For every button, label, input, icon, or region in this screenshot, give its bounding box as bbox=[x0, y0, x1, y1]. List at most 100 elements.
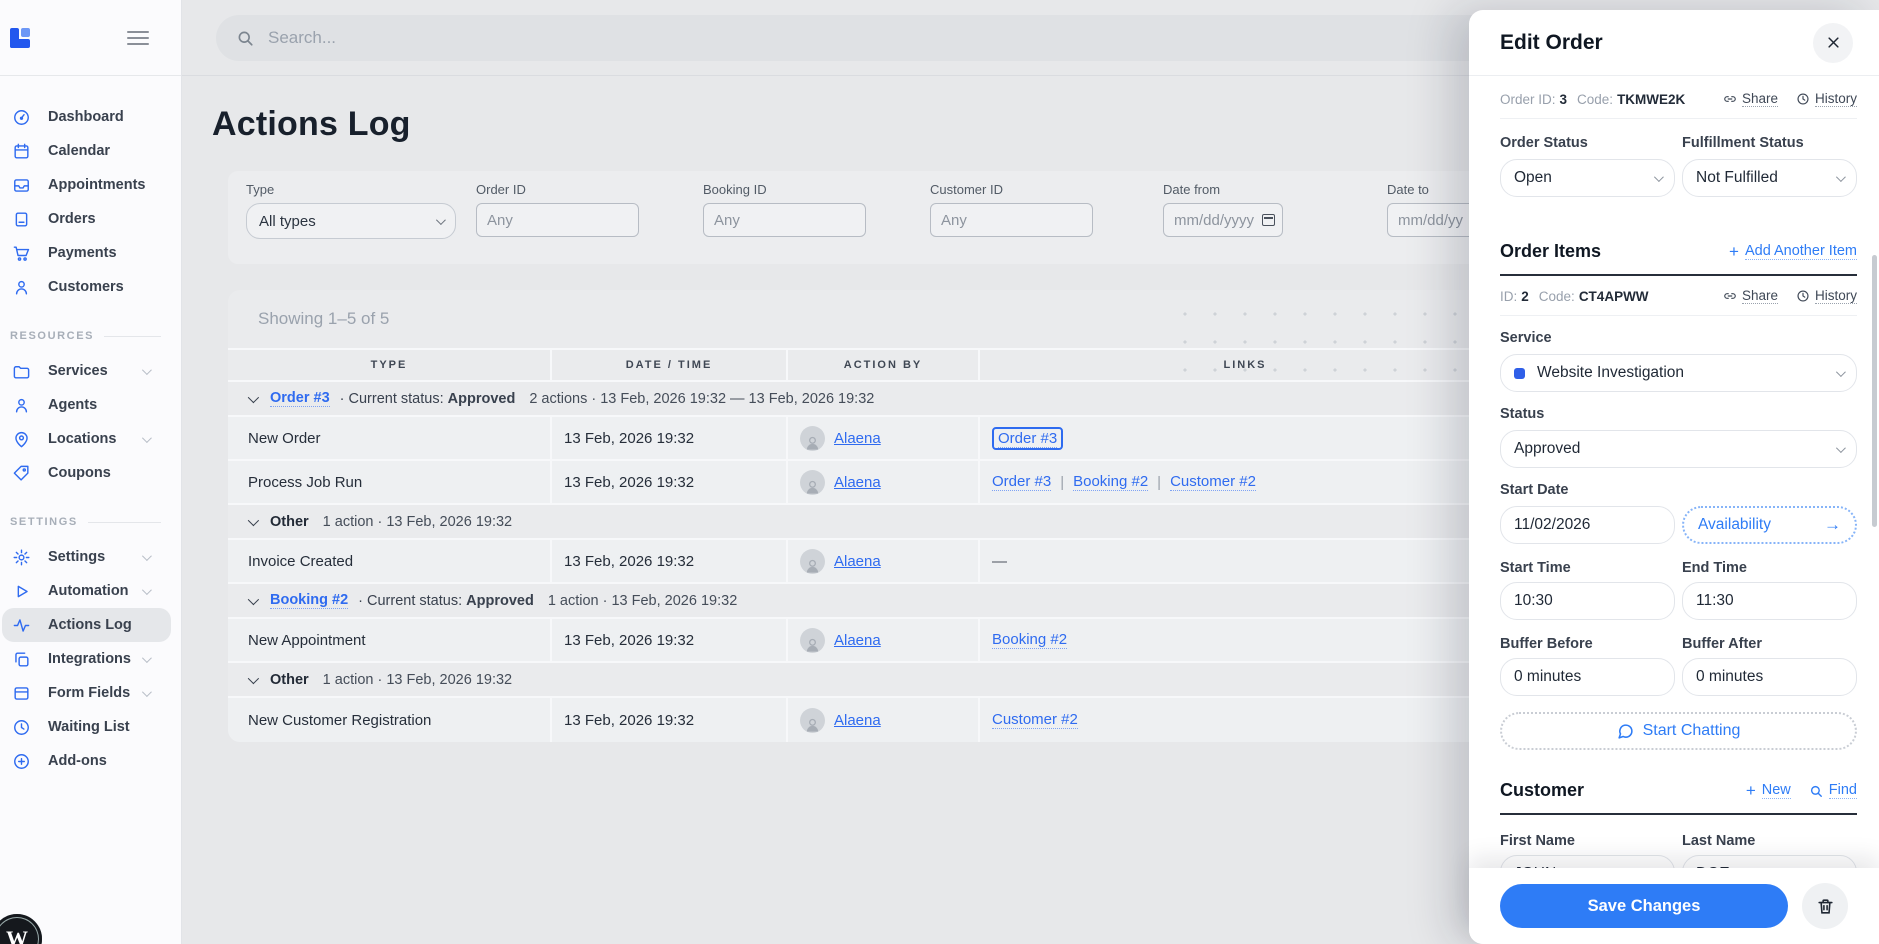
sidebar-item-calendar[interactable]: Calendar bbox=[2, 134, 171, 168]
history-link[interactable]: History bbox=[1796, 91, 1857, 107]
link-order-3[interactable]: Order #3 bbox=[998, 430, 1057, 448]
link-customer-2[interactable]: Customer #2 bbox=[992, 711, 1078, 729]
avatar bbox=[800, 549, 825, 574]
customer-header: Customer New Find bbox=[1500, 780, 1857, 801]
sidebar: Dashboard Calendar Appointments Orders Payme… bbox=[0, 0, 182, 944]
scrollbar-thumb[interactable] bbox=[1872, 255, 1877, 527]
sidebar-header bbox=[0, 0, 181, 76]
agent-link-alaena[interactable]: Alaena bbox=[834, 632, 881, 649]
sidebar-item-automation[interactable]: Automation bbox=[2, 574, 171, 608]
sidebar-item-customers[interactable]: Customers bbox=[2, 270, 171, 304]
sidebar-item-services[interactable]: Services bbox=[2, 354, 171, 388]
filter-label: Date from bbox=[1163, 182, 1283, 197]
status-select[interactable]: Approved bbox=[1500, 430, 1857, 468]
group-row-other[interactable]: Other1 action · 13 Feb, 2026 19:32 bbox=[228, 505, 1510, 540]
fulfillment-status-select[interactable]: Not Fulfilled bbox=[1682, 159, 1857, 197]
sidebar-item-integrations[interactable]: Integrations bbox=[2, 642, 171, 676]
availability-button[interactable]: Availability→ bbox=[1682, 506, 1857, 544]
group-link-booking-2[interactable]: Booking #2 bbox=[270, 592, 348, 609]
chevron-down-icon[interactable] bbox=[248, 391, 259, 402]
sidebar-item-dashboard[interactable]: Dashboard bbox=[2, 100, 171, 134]
chevron-down-icon[interactable] bbox=[248, 672, 259, 683]
sidebar-item-appointments[interactable]: Appointments bbox=[2, 168, 171, 202]
sidebar-item-payments[interactable]: Payments bbox=[2, 236, 171, 270]
datetime-cell: 13 Feb, 2026 19:32 bbox=[552, 417, 788, 459]
filter-label: Order ID bbox=[476, 182, 639, 197]
sidebar-item-orders[interactable]: Orders bbox=[2, 202, 171, 236]
filter-date-from: Date from bbox=[1163, 182, 1283, 264]
save-changes-button[interactable]: Save Changes bbox=[1500, 884, 1788, 928]
clock-icon bbox=[1796, 92, 1810, 106]
link-customer-2[interactable]: Customer #2 bbox=[1170, 473, 1256, 491]
filter-type-select[interactable]: All types bbox=[246, 203, 456, 239]
sidebar-item-label: Calendar bbox=[48, 143, 110, 159]
chevron-down-icon[interactable] bbox=[248, 593, 259, 604]
agent-link-alaena[interactable]: Alaena bbox=[834, 712, 881, 729]
agent-link-alaena[interactable]: Alaena bbox=[834, 553, 881, 570]
new-customer-link[interactable]: New bbox=[1746, 781, 1791, 801]
empty-links: — bbox=[992, 553, 1007, 570]
sidebar-item-label: Customers bbox=[48, 279, 124, 295]
add-another-item-link[interactable]: Add Another Item bbox=[1729, 242, 1857, 262]
links-cell: Customer #2 bbox=[980, 698, 1510, 742]
link-booking-2[interactable]: Booking #2 bbox=[992, 631, 1067, 649]
group-row-other[interactable]: Other1 action · 13 Feb, 2026 19:32 bbox=[228, 663, 1510, 698]
dashboard-icon bbox=[12, 108, 31, 127]
chevron-down-icon[interactable] bbox=[248, 514, 259, 525]
order-meta-row: Order ID: 3 Code: TKMWE2K Share History bbox=[1500, 91, 1857, 107]
sidebar-item-coupons[interactable]: Coupons bbox=[2, 456, 171, 490]
link-order-3[interactable]: Order #3 bbox=[992, 473, 1051, 491]
agent-link-alaena[interactable]: Alaena bbox=[834, 474, 881, 491]
order-status-select[interactable]: Open bbox=[1500, 159, 1675, 197]
sidebar-item-settings[interactable]: Settings bbox=[2, 540, 171, 574]
agent-link-alaena[interactable]: Alaena bbox=[834, 430, 881, 447]
share-link[interactable]: Share bbox=[1723, 91, 1778, 107]
service-select[interactable]: Website Investigation bbox=[1500, 354, 1857, 392]
waiting-list-icon bbox=[12, 718, 31, 737]
chevron-down-icon bbox=[142, 551, 152, 561]
buffer-before-label: Buffer Before bbox=[1500, 636, 1675, 652]
sidebar-item-add-ons[interactable]: Add-ons bbox=[2, 744, 171, 778]
find-customer-link[interactable]: Find bbox=[1809, 782, 1857, 799]
action-by-cell: Alaena bbox=[788, 461, 980, 503]
drawer-title: Edit Order bbox=[1500, 31, 1603, 55]
filter-booking-id-input[interactable] bbox=[703, 203, 866, 237]
search-bar[interactable] bbox=[216, 15, 1506, 61]
link-booking-2[interactable]: Booking #2 bbox=[1073, 473, 1148, 491]
search-input[interactable] bbox=[268, 28, 1486, 48]
sidebar-item-actions-log[interactable]: Actions Log bbox=[2, 608, 171, 642]
sidebar-item-agents[interactable]: Agents bbox=[2, 388, 171, 422]
start-time-input[interactable] bbox=[1500, 582, 1675, 620]
sidebar-section-resources: RESOURCES bbox=[10, 330, 161, 342]
filter-order-id-input[interactable] bbox=[476, 203, 639, 237]
item-history-link[interactable]: History bbox=[1796, 288, 1857, 304]
buffer-after-input[interactable] bbox=[1682, 658, 1857, 696]
close-button[interactable] bbox=[1813, 23, 1853, 63]
sidebar-item-label: Agents bbox=[48, 397, 97, 413]
calendar-icon[interactable] bbox=[1262, 214, 1275, 226]
buffer-before-input[interactable] bbox=[1500, 658, 1675, 696]
filter-customer-id-input[interactable] bbox=[930, 203, 1093, 237]
sidebar-item-label: Orders bbox=[48, 211, 96, 227]
group-row-order-3[interactable]: Order #3· Current status: Approved2 acti… bbox=[228, 382, 1510, 417]
sidebar-item-locations[interactable]: Locations bbox=[2, 422, 171, 456]
item-meta-row: ID: 2 Code: CT4APWW Share History bbox=[1500, 288, 1857, 304]
sidebar-item-form-fields[interactable]: Form Fields bbox=[2, 676, 171, 710]
links-cell: Booking #2 bbox=[980, 619, 1510, 661]
delete-order-button[interactable] bbox=[1802, 883, 1848, 929]
divider bbox=[1500, 118, 1857, 119]
group-row-booking-2[interactable]: Booking #2· Current status: Approved1 ac… bbox=[228, 584, 1510, 619]
end-time-input[interactable] bbox=[1682, 582, 1857, 620]
item-share-link[interactable]: Share bbox=[1723, 288, 1778, 304]
sidebar-item-waiting-list[interactable]: Waiting List bbox=[2, 710, 171, 744]
wordpress-logo[interactable]: W bbox=[0, 914, 42, 944]
chevron-down-icon bbox=[142, 687, 152, 697]
group-link-order-3[interactable]: Order #3 bbox=[270, 390, 330, 407]
start-chatting-button[interactable]: Start Chatting bbox=[1500, 712, 1857, 750]
avatar bbox=[800, 426, 825, 451]
menu-toggle-icon[interactable] bbox=[127, 27, 149, 49]
avatar bbox=[800, 470, 825, 495]
start-date-input[interactable] bbox=[1500, 506, 1675, 544]
agents-icon bbox=[12, 396, 31, 415]
chevron-down-icon bbox=[142, 653, 152, 663]
